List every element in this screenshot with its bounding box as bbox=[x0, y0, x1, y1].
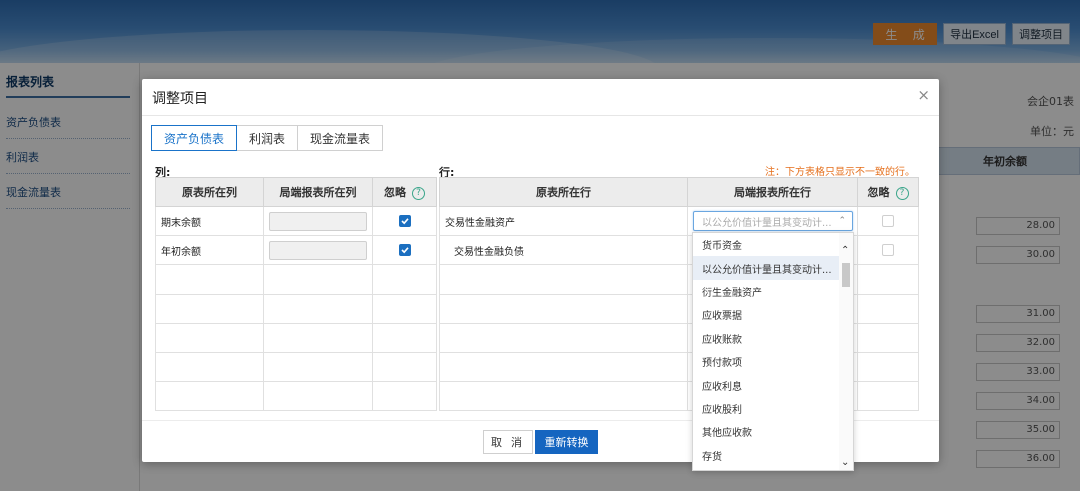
ignore-checkbox[interactable] bbox=[882, 244, 894, 257]
table-row bbox=[155, 293, 437, 324]
target-column-input[interactable] bbox=[269, 211, 367, 231]
chevron-down-icon[interactable]: ⌄ bbox=[841, 457, 849, 468]
columns-mapping-table: 原表所在列 局端报表所在列 忽略? 期末余额 年初余额 bbox=[155, 177, 437, 412]
dropdown-option[interactable]: 其他应收款 bbox=[693, 420, 840, 443]
report-tabs: 资产负债表 利润表 现金流量表 bbox=[151, 125, 384, 151]
help-icon[interactable]: ? bbox=[412, 186, 425, 200]
target-row-select[interactable]: 以公允价值计量且其变动计... ⌃ bbox=[693, 211, 853, 232]
source-column-cell: 期末余额 bbox=[155, 205, 264, 237]
source-column-cell: 年初余额 bbox=[155, 235, 264, 266]
scrollbar-thumb[interactable] bbox=[842, 263, 850, 287]
table-row bbox=[155, 322, 437, 353]
dropdown-option[interactable]: 应收利息 bbox=[693, 373, 840, 396]
source-row-cell: 交易性金融负债 bbox=[439, 235, 688, 266]
cancel-button[interactable]: 取 消 bbox=[483, 430, 533, 454]
tab-income-statement[interactable]: 利润表 bbox=[237, 125, 299, 151]
dropdown-option-selected[interactable]: 以公允价值计量且其变动计... bbox=[693, 256, 840, 280]
column-header-source-column: 原表所在列 bbox=[155, 177, 264, 207]
reconvert-button[interactable]: 重新转换 bbox=[535, 430, 598, 454]
target-column-cell bbox=[263, 235, 373, 266]
column-header-source-row: 原表所在行 bbox=[439, 177, 688, 207]
dropdown-option[interactable]: 应收股利 bbox=[693, 397, 840, 420]
dropdown-option[interactable]: 衍生金融资产 bbox=[693, 280, 840, 303]
dropdown-option[interactable]: 应收票据 bbox=[693, 303, 840, 326]
dialog-title: 调整项目 bbox=[152, 91, 208, 107]
help-icon[interactable]: ? bbox=[895, 186, 909, 200]
source-row-cell: 交易性金融资产 bbox=[439, 205, 688, 237]
close-icon[interactable]: × bbox=[917, 87, 930, 103]
table-row: 年初余额 bbox=[155, 235, 437, 266]
column-header-ignore: 忽略? bbox=[857, 177, 919, 207]
chevron-up-icon: ⌃ bbox=[838, 216, 846, 227]
table-row bbox=[155, 264, 437, 295]
ignore-cell bbox=[372, 205, 437, 237]
ignore-cell bbox=[857, 235, 919, 266]
target-column-input[interactable] bbox=[269, 240, 367, 260]
tab-balance-sheet[interactable]: 资产负债表 bbox=[151, 125, 238, 151]
table-row bbox=[155, 351, 437, 383]
divider bbox=[142, 115, 939, 116]
ignore-cell bbox=[372, 235, 437, 266]
ignore-checkbox[interactable] bbox=[398, 215, 411, 228]
target-column-cell bbox=[263, 205, 373, 237]
column-header-ignore: 忽略? bbox=[372, 177, 437, 207]
tab-cash-flow[interactable]: 现金流量表 bbox=[298, 125, 384, 151]
dropdown-scrollbar[interactable]: ⌃ ⌄ bbox=[839, 233, 853, 470]
ignore-checkbox[interactable] bbox=[398, 244, 411, 257]
ignore-header-label: 忽略 bbox=[384, 186, 406, 199]
column-header-target-row: 局端报表所在行 bbox=[687, 177, 858, 207]
chevron-up-icon[interactable]: ⌃ bbox=[841, 245, 849, 256]
column-header-target-column: 局端报表所在列 bbox=[263, 177, 373, 207]
dropdown-option[interactable]: 应收账款 bbox=[693, 327, 840, 350]
table-row bbox=[155, 381, 437, 412]
target-row-dropdown: 货币资金 以公允价值计量且其变动计... 衍生金融资产 应收票据 应收账款 预付… bbox=[692, 232, 854, 471]
table-row: 期末余额 bbox=[155, 205, 437, 237]
inconsistent-rows-note: 注：下方表格只显示不一致的行。 bbox=[765, 167, 915, 178]
dropdown-option[interactable]: 货币资金 bbox=[693, 233, 840, 256]
dropdown-option[interactable]: 存货 bbox=[693, 444, 840, 467]
select-value: 以公允价值计量且其变动计... bbox=[702, 217, 832, 229]
ignore-header-label: 忽略 bbox=[867, 186, 890, 199]
adjust-items-dialog: 调整项目 × 资产负债表 利润表 现金流量表 列: 原表所在列 局端报表所在列 … bbox=[142, 79, 939, 471]
ignore-checkbox[interactable] bbox=[882, 215, 894, 228]
ignore-cell bbox=[857, 205, 919, 237]
dropdown-option[interactable]: 预付款项 bbox=[693, 350, 840, 373]
